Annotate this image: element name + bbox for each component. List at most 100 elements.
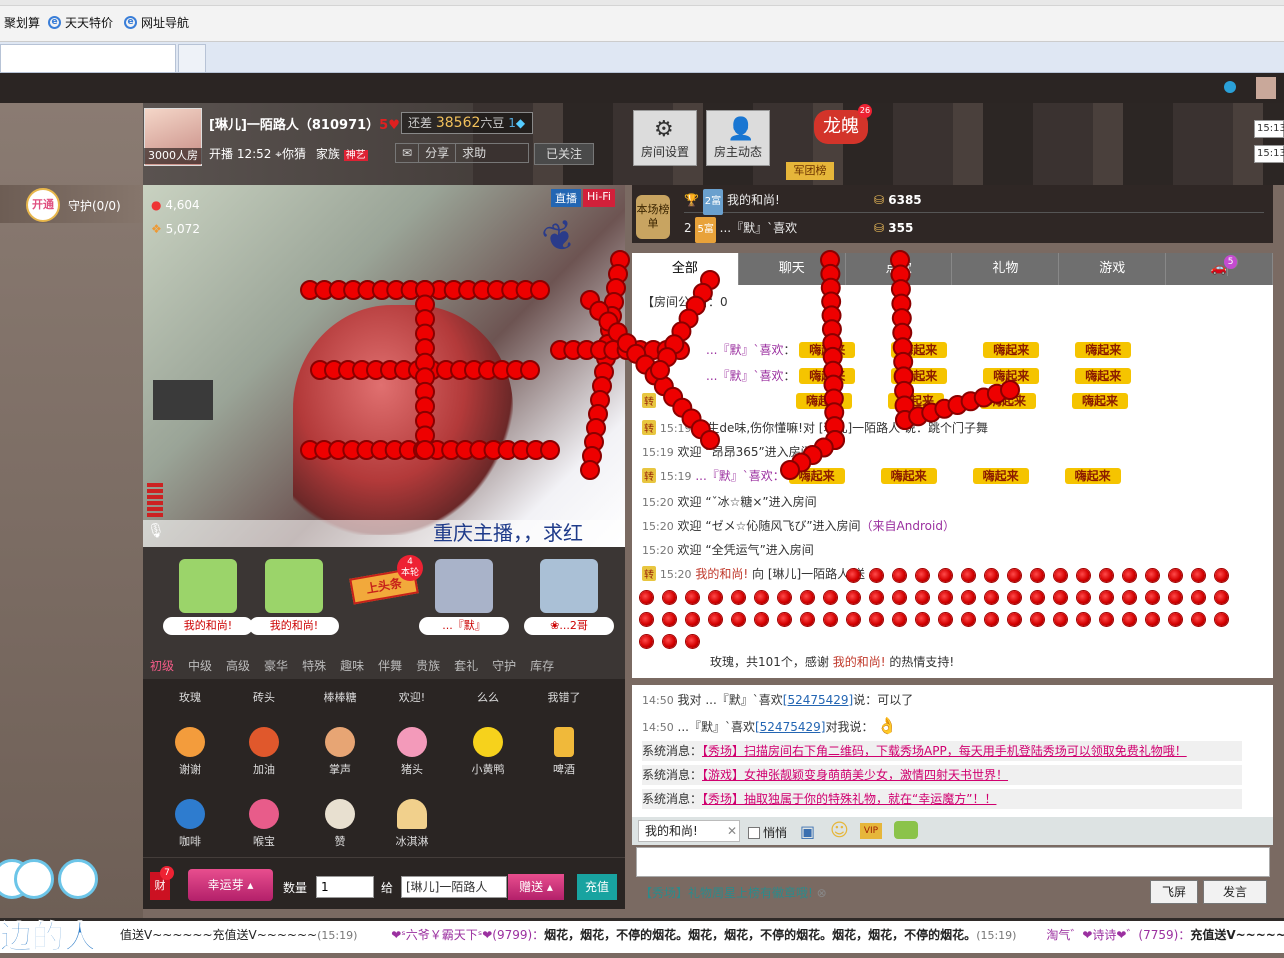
gift-tab[interactable]: 特殊 <box>295 655 333 679</box>
gift-cheer[interactable]: 加油 <box>229 727 299 777</box>
family-tag[interactable]: 神艺 <box>343 150 368 161</box>
gift-thanks[interactable]: 谢谢 <box>155 727 225 777</box>
gift-tab[interactable]: 贵族 <box>409 655 447 679</box>
sys-link[interactable]: 【秀场】抽取独属于你的特殊礼物，就在“幸运魔方”！！ <box>702 792 996 806</box>
user-id-link[interactable]: [52475429] <box>783 693 853 707</box>
lucky-gift-button[interactable]: 幸运芽 ▴ <box>188 869 273 901</box>
guard-bar: 开通 守护(0/0) <box>0 185 143 223</box>
gift-tab[interactable]: 库存 <box>523 655 561 679</box>
browser-tabs <box>0 42 1284 73</box>
sticker-icon[interactable] <box>894 821 918 839</box>
gift-tabs: 初级 中级 高级 豪华 特殊 趣味 伴舞 贵族 套礼 守护 库存 <box>143 655 625 679</box>
gift-tab[interactable]: 高级 <box>219 655 257 679</box>
volume-meter <box>147 483 163 519</box>
qty-input[interactable]: 1 <box>316 876 374 898</box>
recipient-select[interactable]: [琳儿]一陌路人 <box>401 876 507 898</box>
vip-icon[interactable]: VIP <box>860 823 882 839</box>
send-gift-button[interactable]: 赠送 ▴ <box>508 874 564 900</box>
car-badge: 5 <box>1224 255 1239 269</box>
gift-tab[interactable]: 豪华 <box>257 655 295 679</box>
rec-item[interactable]: ❀...2哥 <box>524 559 614 639</box>
car-tab[interactable]: 🚗 5 <box>1166 253 1273 285</box>
rank-name[interactable]: 我的和尚! <box>727 193 780 207</box>
gift-pig[interactable]: 猪头 <box>377 727 447 777</box>
msg-android: （来自Android） <box>860 519 955 533</box>
send-message-button[interactable]: 发言 <box>1203 880 1267 904</box>
gift-tab[interactable]: 守护 <box>485 655 523 679</box>
rec-label: ❀...2哥 <box>524 617 614 635</box>
quiet-checkbox[interactable]: 悄悄 <box>748 824 787 841</box>
gift-kiss[interactable]: 么么 <box>453 689 523 705</box>
checkbox-box[interactable] <box>748 826 760 839</box>
progress-level: 1 <box>508 116 516 130</box>
clear-icon[interactable]: ✕ <box>727 821 737 841</box>
msg-text: ...『默』`喜欢 <box>677 720 755 734</box>
gift-applause[interactable]: 掌声 <box>305 727 375 777</box>
rose-icon <box>640 635 653 648</box>
guard-open-button[interactable]: 开通 <box>26 188 60 222</box>
chat-input[interactable] <box>636 847 1270 877</box>
gift-welcome[interactable]: 欢迎! <box>377 689 447 705</box>
gift-lozenge[interactable]: 喉宝 <box>229 799 299 849</box>
wealth-icon: ● <box>151 198 162 212</box>
msg-user[interactable]: 我的和尚! <box>833 655 886 669</box>
sys-link[interactable]: 【秀场】扫描房间右下角二维码，下载秀场APP，每天用手机登陆秀场可以领取免费礼物… <box>702 744 1187 758</box>
rec-item[interactable]: 我的和尚! <box>249 559 339 639</box>
gift-tab[interactable]: 初级 <box>143 655 181 679</box>
emoji-icon[interactable]: ☺ <box>830 820 849 841</box>
gift-tab[interactable]: 伴舞 <box>371 655 409 679</box>
gift-like[interactable]: 赞 <box>305 799 375 849</box>
ticker-user[interactable]: ❤ˢ六爷￥霸天下ˢ❤(9799)： <box>391 928 544 942</box>
help-button[interactable]: 求助 <box>455 144 492 162</box>
gift-tab[interactable]: 趣味 <box>333 655 371 679</box>
rank-name[interactable]: ...『默』`喜欢 <box>720 221 797 235</box>
close-icon[interactable]: ⊗ <box>817 886 827 900</box>
share-button[interactable]: 分享 <box>418 144 455 162</box>
mail-icon[interactable]: ✉ <box>396 144 418 162</box>
chat-tab-game[interactable]: 游戏 <box>1059 253 1167 285</box>
score: 6385 <box>888 193 922 207</box>
gift-sorry[interactable]: 我错了 <box>529 689 599 705</box>
alien-avatar <box>265 559 323 613</box>
image-icon[interactable]: ▣ <box>800 822 815 841</box>
fav-item-0[interactable]: 聚划算 <box>4 14 40 31</box>
fav-item-2[interactable]: e 网址导航 <box>124 14 189 31</box>
host-feed-button[interactable]: 👤 房主动态 <box>706 110 770 166</box>
ticker-user[interactable]: 淘气゛❤诗诗❤゛(7759)： <box>1046 928 1190 942</box>
chat-msg: 15:20 欢迎 “全凭运气”进入房间 <box>642 541 814 558</box>
gift-icecream[interactable]: 冰淇淋 <box>377 799 447 849</box>
room-settings-button[interactable]: ⚙ 房间设置 <box>633 110 697 166</box>
gift-tab[interactable]: 套礼 <box>447 655 485 679</box>
gift-value: 5,072 <box>165 222 200 236</box>
gift-duck[interactable]: 小黄鸭 <box>453 727 523 777</box>
army-rank-button[interactable]: 军团榜 <box>786 162 834 180</box>
rec-item[interactable]: 我的和尚! <box>163 559 253 639</box>
msg-time: 15:20 <box>642 544 674 557</box>
browser-tab[interactable] <box>0 44 176 72</box>
gift-coffee[interactable]: 咖啡 <box>155 799 225 849</box>
qty-label: 数量 <box>283 881 308 895</box>
rose-icon <box>640 591 653 604</box>
gift-rose[interactable]: 玫瑰 <box>155 689 225 705</box>
user-id-link[interactable]: [52475429] <box>755 720 825 734</box>
rose-icon <box>801 613 814 626</box>
rec-item[interactable]: ...『默』 <box>419 559 509 639</box>
gift-lollipop[interactable]: 棒棒糖 <box>305 689 375 705</box>
rose-icon <box>1123 591 1136 604</box>
follow-button[interactable]: 已关注 <box>534 143 594 165</box>
rose-icon <box>1031 613 1044 626</box>
gift-brick[interactable]: 砖头 <box>229 689 299 705</box>
gift-tab[interactable]: 中级 <box>181 655 219 679</box>
gift-week-notice[interactable]: 【秀场】礼物周星上榜有徽章哦! ⊗ <box>640 884 827 901</box>
fav-item-1[interactable]: e 天天特价 <box>48 14 113 31</box>
cheer-sticker: 嗨起来 <box>1072 393 1128 409</box>
fly-screen-button[interactable]: 飞屏 <box>1150 880 1198 904</box>
sys-link[interactable]: 【游戏】女神张靓颖变身萌萌美少女，激情四射天书世界！ <box>702 768 1008 782</box>
gift-beer[interactable]: 啤酒 <box>529 727 599 777</box>
user-avatar[interactable] <box>1256 77 1276 99</box>
new-tab-button[interactable] <box>178 44 206 72</box>
chat-target-select[interactable]: 我的和尚! ✕ <box>638 820 740 842</box>
headline-item[interactable]: 上头条 4 本轮 <box>339 555 429 639</box>
rose-icon <box>663 613 676 626</box>
recharge-button[interactable]: 充值 <box>577 874 617 900</box>
